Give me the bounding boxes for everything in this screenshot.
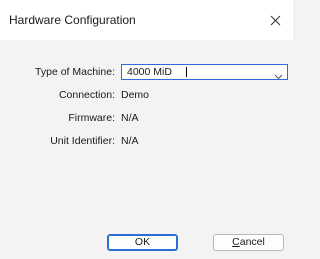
text-caret xyxy=(186,67,187,77)
close-button[interactable] xyxy=(257,0,293,40)
hardware-configuration-dialog: Hardware Configuration Type of Machine: … xyxy=(0,0,293,259)
ok-button[interactable]: OK xyxy=(107,234,178,251)
close-icon xyxy=(270,15,281,26)
firmware-label: Firmware: xyxy=(68,112,115,124)
connection-label: Connection: xyxy=(58,89,115,101)
cancel-button[interactable]: Cancel xyxy=(213,234,284,251)
firmware-value: N/A xyxy=(121,112,139,124)
unit-identifier-value: N/A xyxy=(121,135,139,147)
title-bar: Hardware Configuration xyxy=(0,0,293,40)
unit-identifier-label: Unit Identifier: xyxy=(50,135,115,147)
connection-value: Demo xyxy=(121,89,150,101)
machine-type-combobox[interactable]: 4000 MiD xyxy=(121,64,288,80)
window-title: Hardware Configuration xyxy=(9,13,136,27)
machine-type-label: Type of Machine: xyxy=(35,66,115,78)
machine-type-value[interactable]: 4000 MiD xyxy=(127,66,172,78)
chevron-down-icon[interactable] xyxy=(274,68,283,86)
